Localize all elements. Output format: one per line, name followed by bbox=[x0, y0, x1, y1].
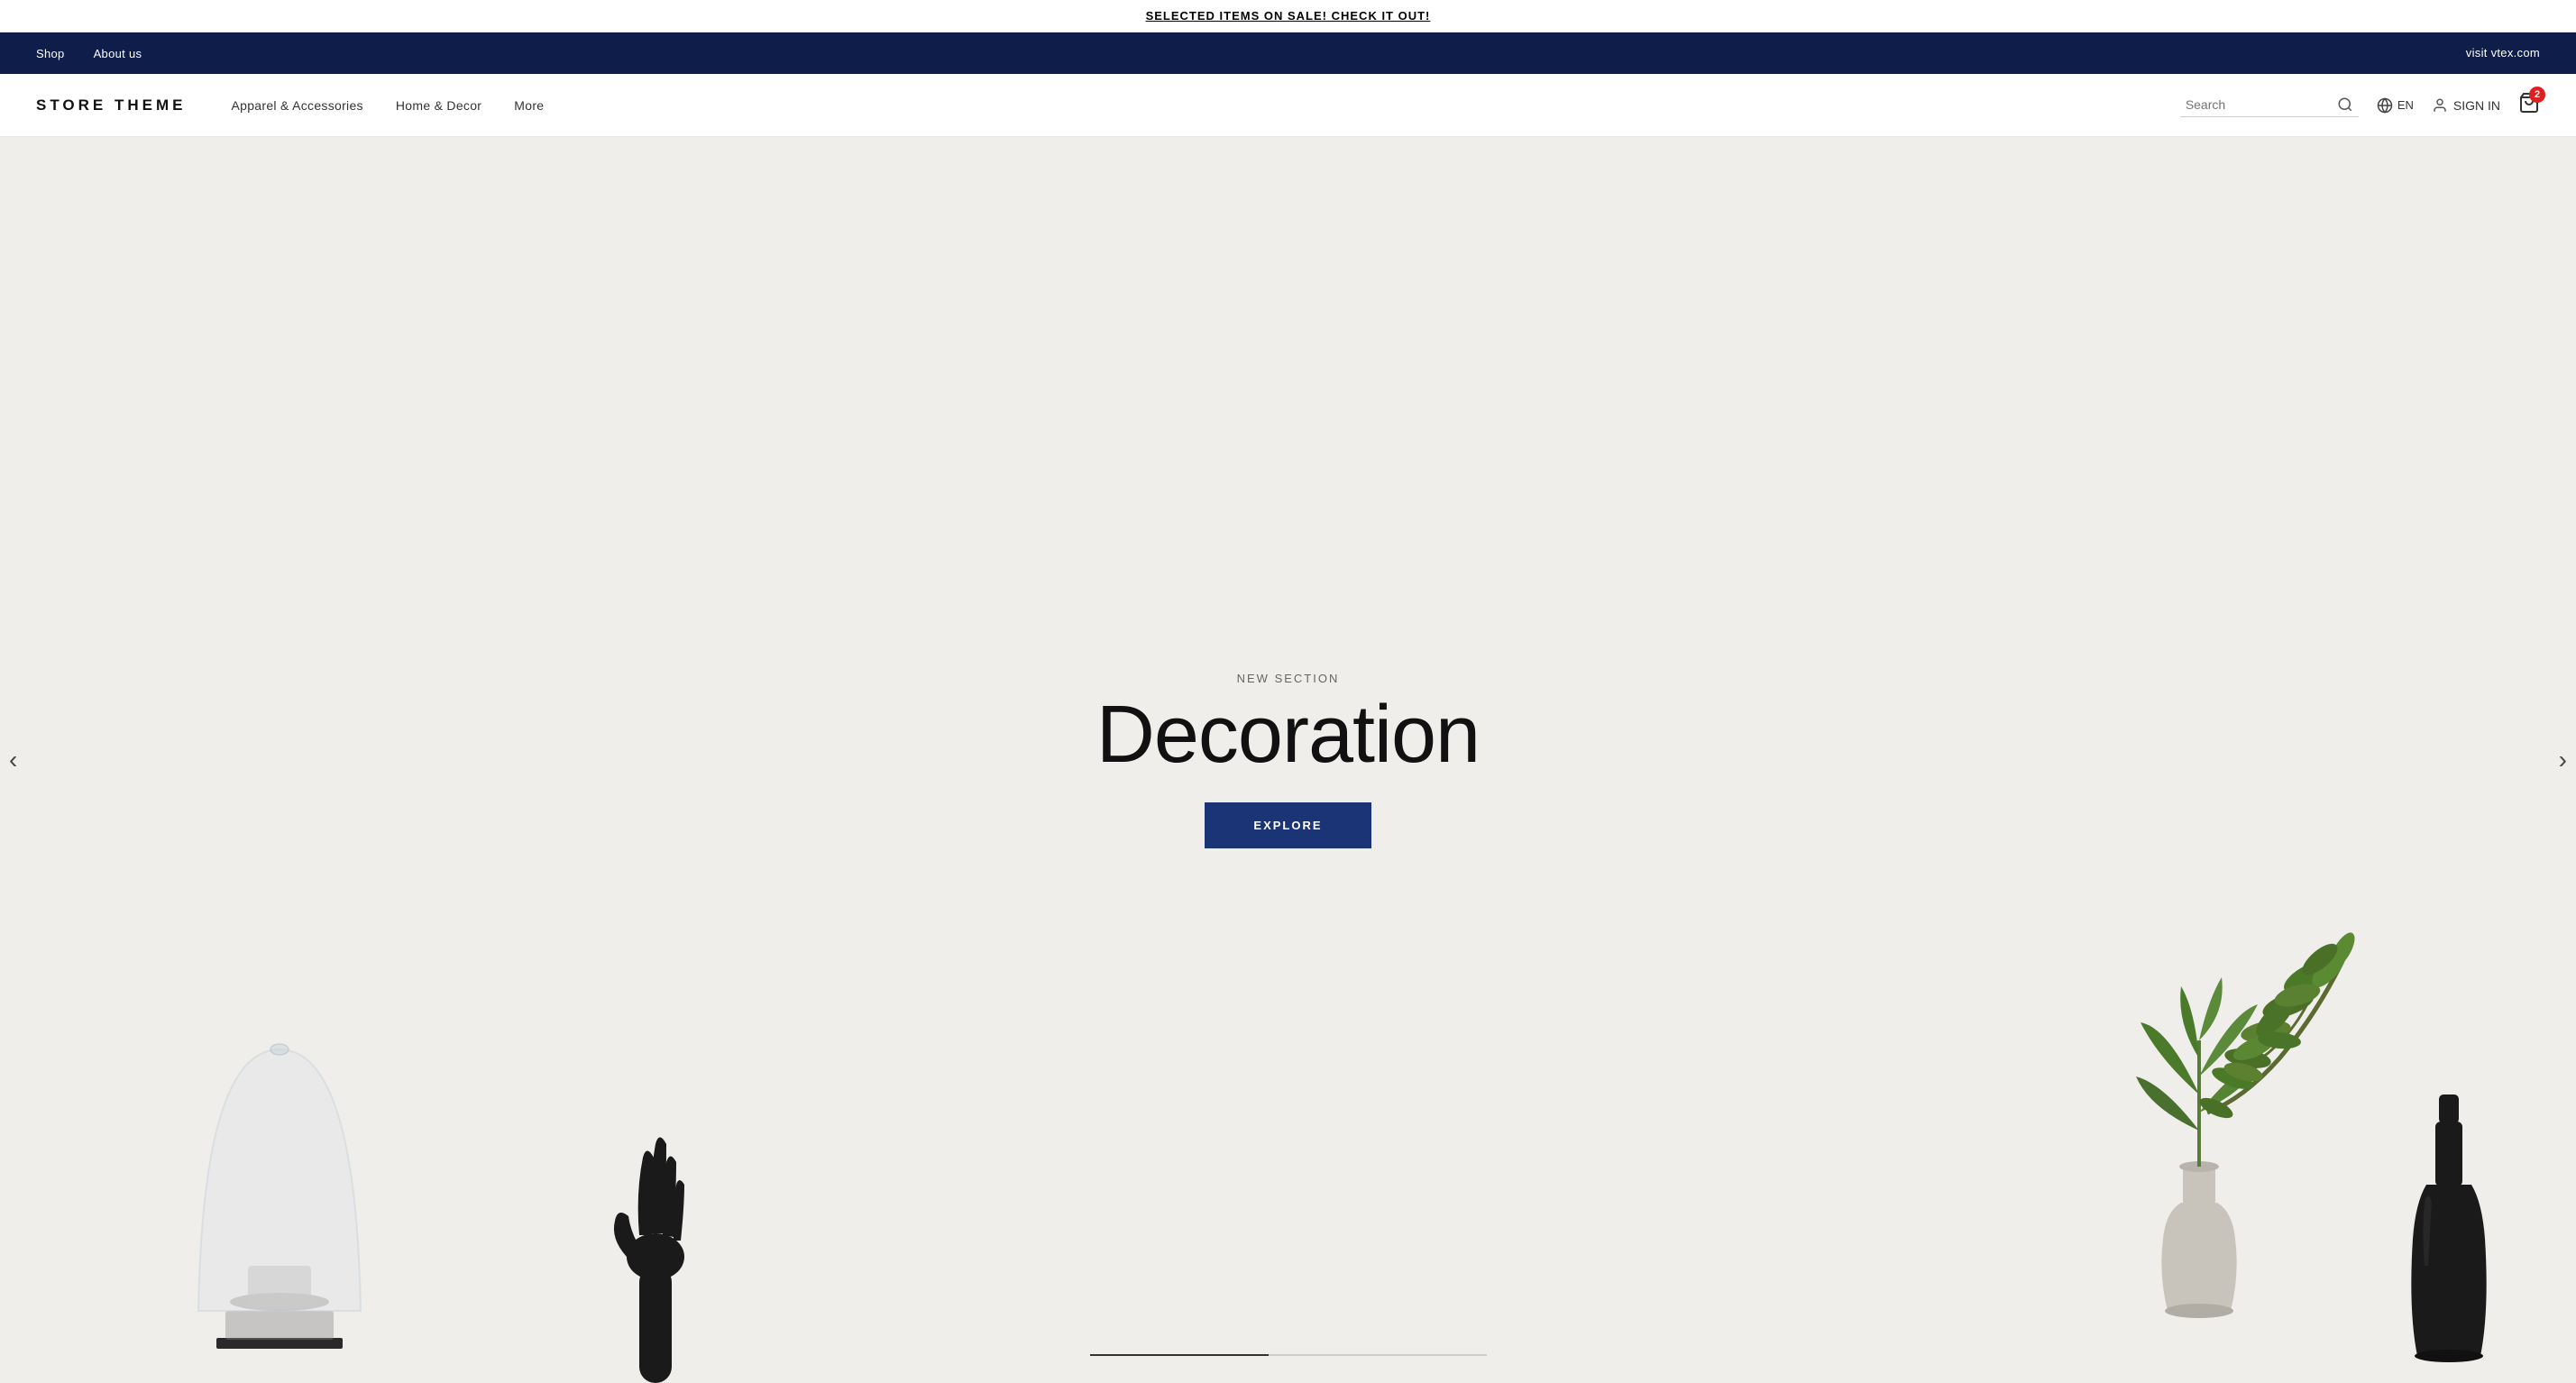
nav-home-decor[interactable]: Home & Decor bbox=[396, 98, 481, 113]
hero-center: NEW SECTION Decoration EXPLORE bbox=[1096, 672, 1480, 848]
carousel-progress bbox=[1090, 1354, 1487, 1356]
top-nav: Shop About us visit vtex.com bbox=[0, 32, 2576, 74]
site-logo[interactable]: STORE THEME bbox=[36, 96, 186, 114]
hero-section: ‹ NEW SECTION Decoration EXPLORE › bbox=[0, 137, 2576, 1383]
explore-button[interactable]: EXPLORE bbox=[1205, 802, 1371, 848]
carousel-prev-button[interactable]: ‹ bbox=[9, 746, 17, 774]
search-input[interactable] bbox=[2186, 97, 2330, 112]
carousel-progress-fill bbox=[1090, 1354, 1269, 1356]
main-header: STORE THEME Apparel & Accessories Home &… bbox=[0, 74, 2576, 137]
plant-vase-object bbox=[2131, 968, 2267, 1383]
vtex-link[interactable]: visit vtex.com bbox=[2466, 46, 2540, 60]
sign-in-button[interactable]: SIGN IN bbox=[2432, 97, 2500, 114]
plant-branch-object bbox=[2099, 932, 2370, 1203]
user-icon bbox=[2432, 97, 2448, 114]
globe-icon bbox=[2377, 97, 2393, 114]
hero-title: Decoration bbox=[1096, 694, 1480, 775]
chevron-right-icon: › bbox=[2559, 746, 2567, 774]
hero-subtitle: NEW SECTION bbox=[1096, 672, 1480, 685]
hand-object bbox=[592, 1040, 719, 1383]
cart-badge: 2 bbox=[2529, 87, 2545, 103]
announcement-link[interactable]: SELECTED ITEMS ON SALE! CHECK IT OUT! bbox=[1146, 9, 1431, 23]
top-nav-left: Shop About us bbox=[36, 47, 142, 60]
search-wrapper[interactable] bbox=[2180, 93, 2359, 117]
lang-label: EN bbox=[2397, 98, 2414, 112]
nav-more[interactable]: More bbox=[514, 98, 544, 113]
lang-selector[interactable]: EN bbox=[2377, 97, 2414, 114]
header-right: EN SIGN IN 2 bbox=[2180, 92, 2540, 118]
carousel-next-button[interactable]: › bbox=[2559, 746, 2567, 774]
chevron-left-icon: ‹ bbox=[9, 746, 17, 774]
top-nav-right: visit vtex.com bbox=[2466, 45, 2540, 61]
cart-button[interactable]: 2 bbox=[2518, 92, 2540, 118]
black-bottle-object bbox=[2399, 1040, 2498, 1383]
nav-apparel[interactable]: Apparel & Accessories bbox=[231, 98, 362, 113]
search-icon bbox=[2337, 96, 2353, 113]
shop-link[interactable]: Shop bbox=[36, 47, 65, 60]
about-link[interactable]: About us bbox=[94, 47, 142, 60]
dome-object bbox=[180, 1022, 379, 1383]
announcement-bar: SELECTED ITEMS ON SALE! CHECK IT OUT! bbox=[0, 0, 2576, 32]
main-nav: Apparel & Accessories Home & Decor More bbox=[231, 98, 2179, 113]
sign-in-label: SIGN IN bbox=[2453, 98, 2500, 113]
